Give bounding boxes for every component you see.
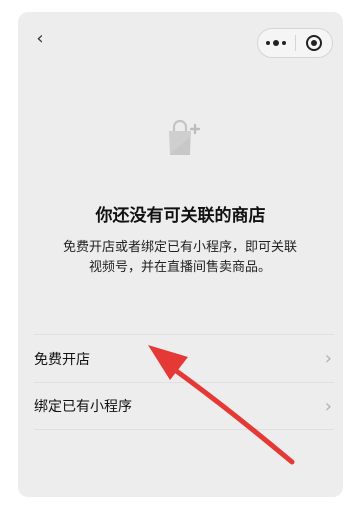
shopping-bag-add-icon xyxy=(169,119,201,155)
more-button[interactable] xyxy=(258,29,295,57)
back-arrow-icon: ‹ xyxy=(36,27,44,49)
capsule-menu xyxy=(257,28,333,58)
bind-mini-program-option[interactable]: 绑定已有小程序 › xyxy=(34,382,334,430)
option-label: 免费开店 xyxy=(34,351,90,368)
mini-program-page: ‹ 你还没有可关联的商店 免费开店或者绑定已有小程序，即可关联视频号，并在直播间… xyxy=(18,12,343,497)
mini-program-close-icon xyxy=(305,35,322,51)
chevron-right-icon: › xyxy=(324,348,332,369)
navigation-bar: ‹ xyxy=(18,12,343,66)
chevron-right-icon: › xyxy=(324,395,332,417)
store-options-list: 免费开店 › 绑定已有小程序 › xyxy=(34,334,334,430)
close-mini-program-button[interactable] xyxy=(295,29,332,57)
more-dots-icon xyxy=(266,40,287,46)
back-button[interactable]: ‹ xyxy=(28,26,52,50)
empty-state-description: 免费开店或者绑定已有小程序，即可关联视频号，并在直播间售卖商品。 xyxy=(62,240,297,275)
open-store-free-option[interactable]: 免费开店 › xyxy=(34,334,334,382)
empty-state-title: 你还没有可关联的商店 xyxy=(95,206,266,226)
option-label: 绑定已有小程序 xyxy=(34,399,132,415)
